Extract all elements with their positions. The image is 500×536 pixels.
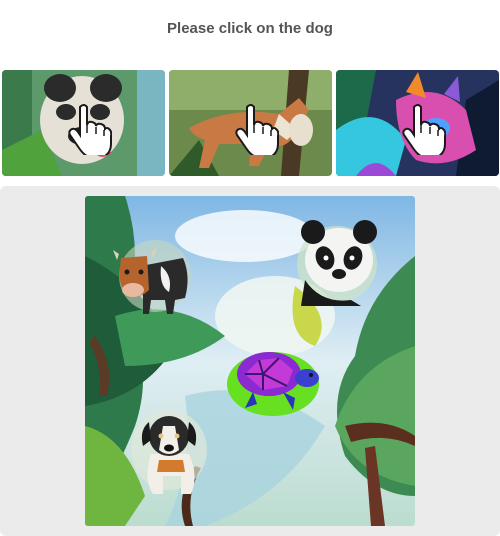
example-images xyxy=(0,70,500,176)
dog-image xyxy=(131,410,207,494)
pointer-hand-icon xyxy=(401,104,446,155)
example-image-3 xyxy=(336,70,499,176)
example-image-2 xyxy=(169,70,332,176)
challenge-image[interactable] xyxy=(85,196,415,526)
pointer-hand-icon xyxy=(67,104,112,155)
challenge-area xyxy=(0,186,500,536)
example-image-1 xyxy=(2,70,165,176)
pointer-hand-icon xyxy=(234,104,279,155)
cow-option[interactable] xyxy=(111,236,193,318)
panda-option[interactable] xyxy=(291,214,383,306)
challenge-prompt: Please click on the dog xyxy=(167,20,333,37)
turtle-option[interactable] xyxy=(223,338,323,420)
turtle-image xyxy=(227,352,319,416)
cow-image xyxy=(113,240,191,314)
panda-image xyxy=(297,220,377,306)
dog-option[interactable] xyxy=(123,406,207,496)
